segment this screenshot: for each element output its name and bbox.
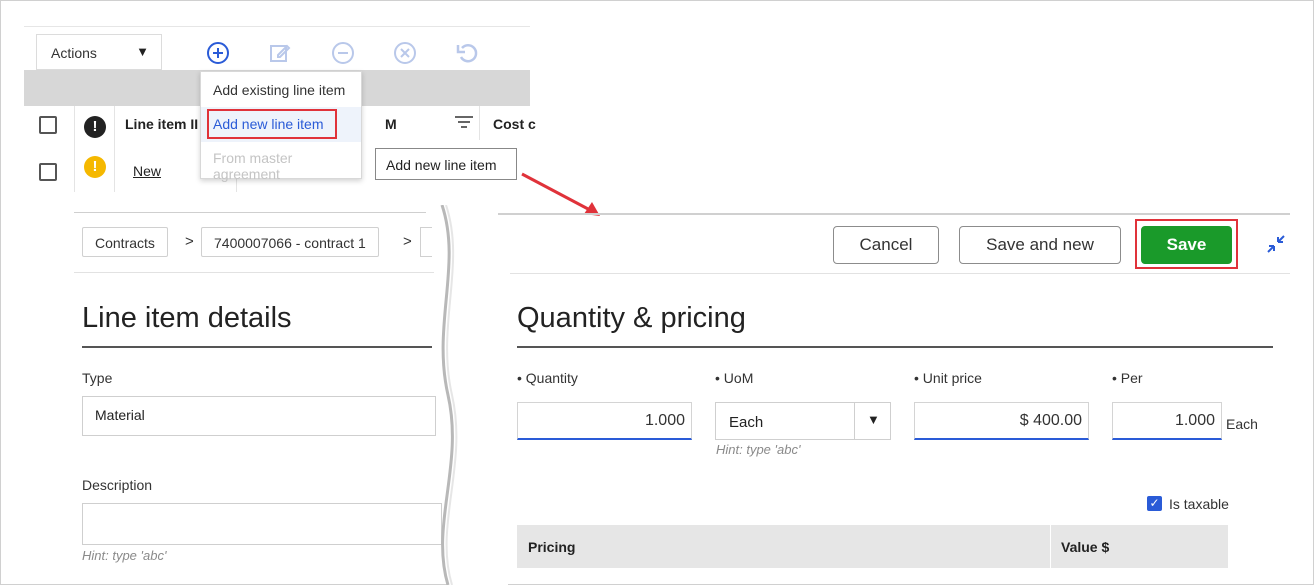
new-row-link[interactable]: New (133, 163, 161, 179)
uom-label-text: UoM (723, 370, 754, 386)
type-label: Type (82, 370, 113, 386)
chevron-down-icon: ▼ (136, 44, 149, 59)
cancel-icon[interactable] (392, 40, 418, 66)
tooltip: Add new line item (375, 148, 517, 180)
unit-price-label-text: Unit price (922, 370, 982, 386)
edit-icon[interactable] (267, 40, 293, 66)
cancel-button[interactable]: Cancel (833, 226, 939, 264)
description-hint: Hint: type 'abc' (82, 548, 167, 563)
save-button[interactable]: Save (1141, 226, 1232, 264)
collapse-icon[interactable] (1265, 233, 1287, 260)
per-unit: Each (1226, 416, 1258, 432)
panel-top-border (74, 212, 426, 213)
menu-item-add-existing[interactable]: Add existing line item (201, 82, 361, 98)
breadcrumb-divider (74, 272, 434, 273)
panel-top-border (498, 213, 1290, 215)
uom-hint: Hint: type 'abc' (716, 442, 801, 457)
quantity-label-text: Quantity (525, 370, 578, 386)
breadcrumb-separator: > (185, 233, 194, 250)
description-field[interactable] (82, 503, 442, 545)
per-label-text: Per (1120, 370, 1143, 386)
remove-icon[interactable] (330, 40, 356, 66)
line-item-id-header[interactable]: Line item II (125, 116, 198, 132)
taxable-checkbox[interactable]: ✓ (1147, 496, 1162, 511)
pricing-title: Quantity & pricing (517, 302, 746, 334)
select-all-checkbox[interactable] (39, 116, 57, 134)
title-underline (82, 346, 432, 348)
torn-edge (440, 205, 508, 585)
breadcrumb-contracts[interactable]: Contracts (82, 227, 168, 257)
select-divider (854, 403, 855, 439)
add-menu: Add existing line item Add new line item… (200, 71, 362, 182)
quantity-label: • Quantity (517, 370, 578, 386)
menu-item-add-new[interactable]: Add new line item (201, 116, 361, 132)
cost-header[interactable]: Cost c (493, 116, 536, 132)
type-field[interactable]: Material (82, 396, 436, 436)
value-column-header[interactable]: Value $ (1061, 539, 1109, 555)
actions-label: Actions (51, 45, 97, 61)
grid-divider (114, 106, 115, 192)
breadcrumb-contract[interactable]: 7400007066 - contract 1 (201, 227, 379, 257)
unit-price-input[interactable]: $ 400.00 (914, 402, 1089, 440)
column-divider (1050, 525, 1051, 568)
line-item-title: Line item details (82, 302, 292, 334)
header-divider (510, 273, 1290, 274)
actions-dropdown[interactable]: Actions ▼ (36, 34, 162, 70)
uom-select[interactable]: Each ▼ (715, 402, 891, 440)
pricing-column-header[interactable]: Pricing (528, 539, 575, 555)
add-icon[interactable] (205, 40, 231, 66)
unit-price-label: • Unit price (914, 370, 982, 386)
chevron-down-icon: ▼ (867, 412, 880, 427)
per-input[interactable]: 1.000 (1112, 402, 1222, 440)
toolbar-divider (24, 26, 530, 27)
taxable-label: Is taxable (1169, 496, 1229, 512)
save-and-new-button[interactable]: Save and new (959, 226, 1121, 264)
description-label: Description (82, 477, 153, 493)
quantity-input[interactable]: 1.000 (517, 402, 692, 440)
uom-label: • UoM (715, 370, 754, 386)
grid-divider (74, 106, 75, 192)
uom-header[interactable]: M (385, 116, 397, 132)
uom-value: Each (729, 414, 764, 431)
pricing-table-header (517, 525, 1228, 568)
per-label: • Per (1112, 370, 1143, 386)
warning-icon: ! (84, 156, 106, 178)
menu-item-from-master: From master agreement (213, 150, 293, 182)
title-underline (517, 346, 1273, 348)
row-checkbox[interactable] (39, 163, 57, 181)
undo-icon[interactable] (454, 40, 480, 66)
arrow-icon (521, 172, 600, 216)
grid-divider (479, 106, 480, 140)
filter-icon[interactable] (454, 113, 474, 136)
alert-icon: ! (84, 116, 106, 138)
